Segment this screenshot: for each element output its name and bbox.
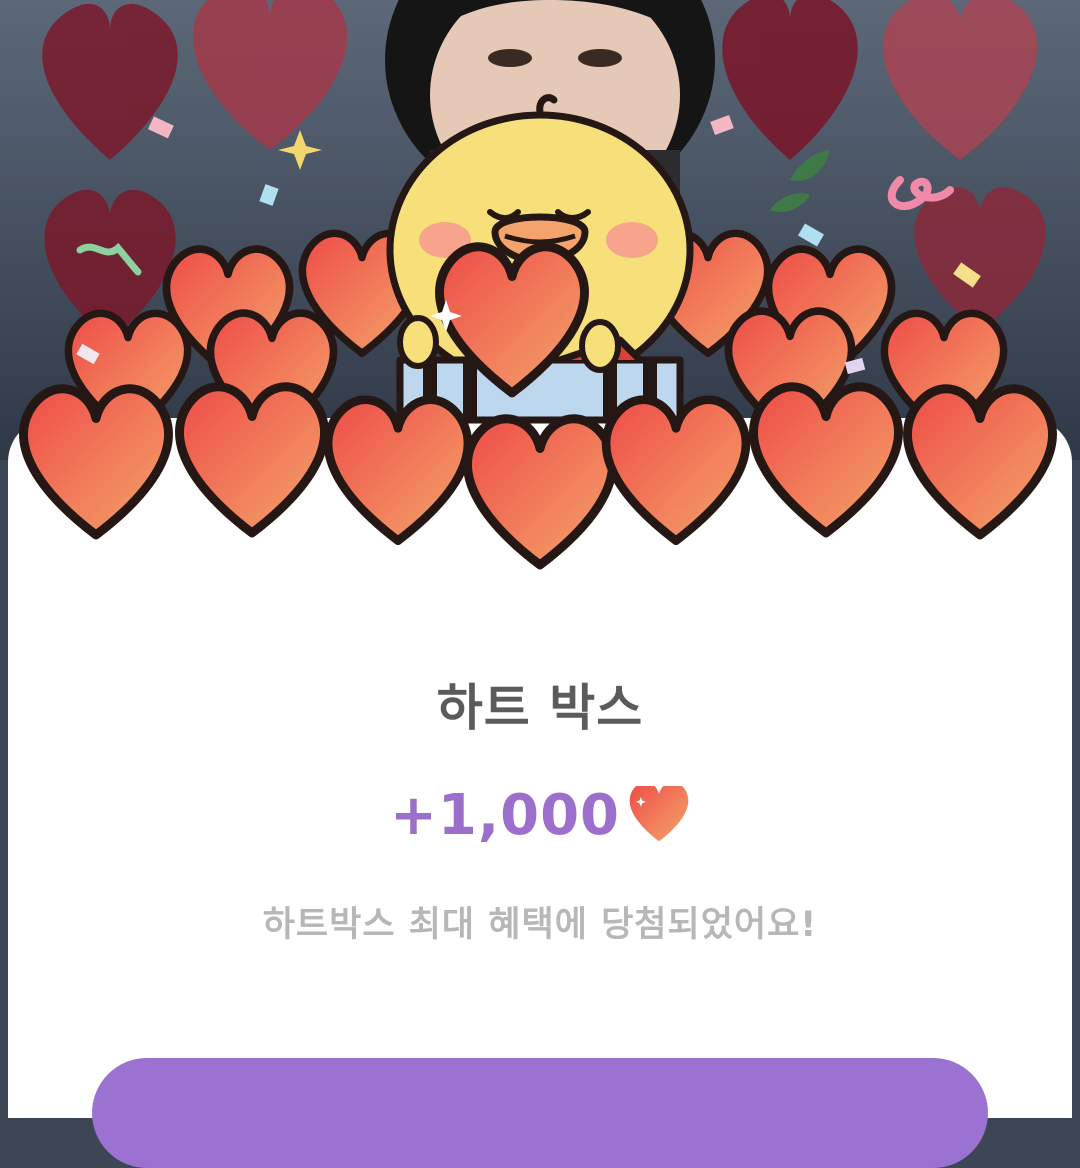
heart-shape bbox=[908, 389, 1053, 535]
chick-paw bbox=[579, 319, 621, 373]
confirm-button[interactable] bbox=[92, 1058, 988, 1168]
reward-amount-row: +1,000 bbox=[0, 780, 1080, 850]
heart-shape bbox=[328, 400, 468, 541]
heart-shape bbox=[468, 419, 613, 565]
reward-description: 하트박스 최대 혜택에 당첨되었어요! bbox=[262, 905, 818, 945]
heart-box-illustration bbox=[0, 94, 1080, 600]
chick-paw bbox=[397, 315, 439, 369]
heart-shape bbox=[606, 400, 746, 541]
heart-shape bbox=[24, 389, 169, 535]
heart-shape bbox=[180, 387, 325, 533]
heart-icon bbox=[629, 786, 689, 842]
heart-shape bbox=[754, 387, 899, 533]
reward-title: 하트 박스 bbox=[436, 679, 644, 737]
reward-amount: +1,000 bbox=[389, 782, 621, 848]
